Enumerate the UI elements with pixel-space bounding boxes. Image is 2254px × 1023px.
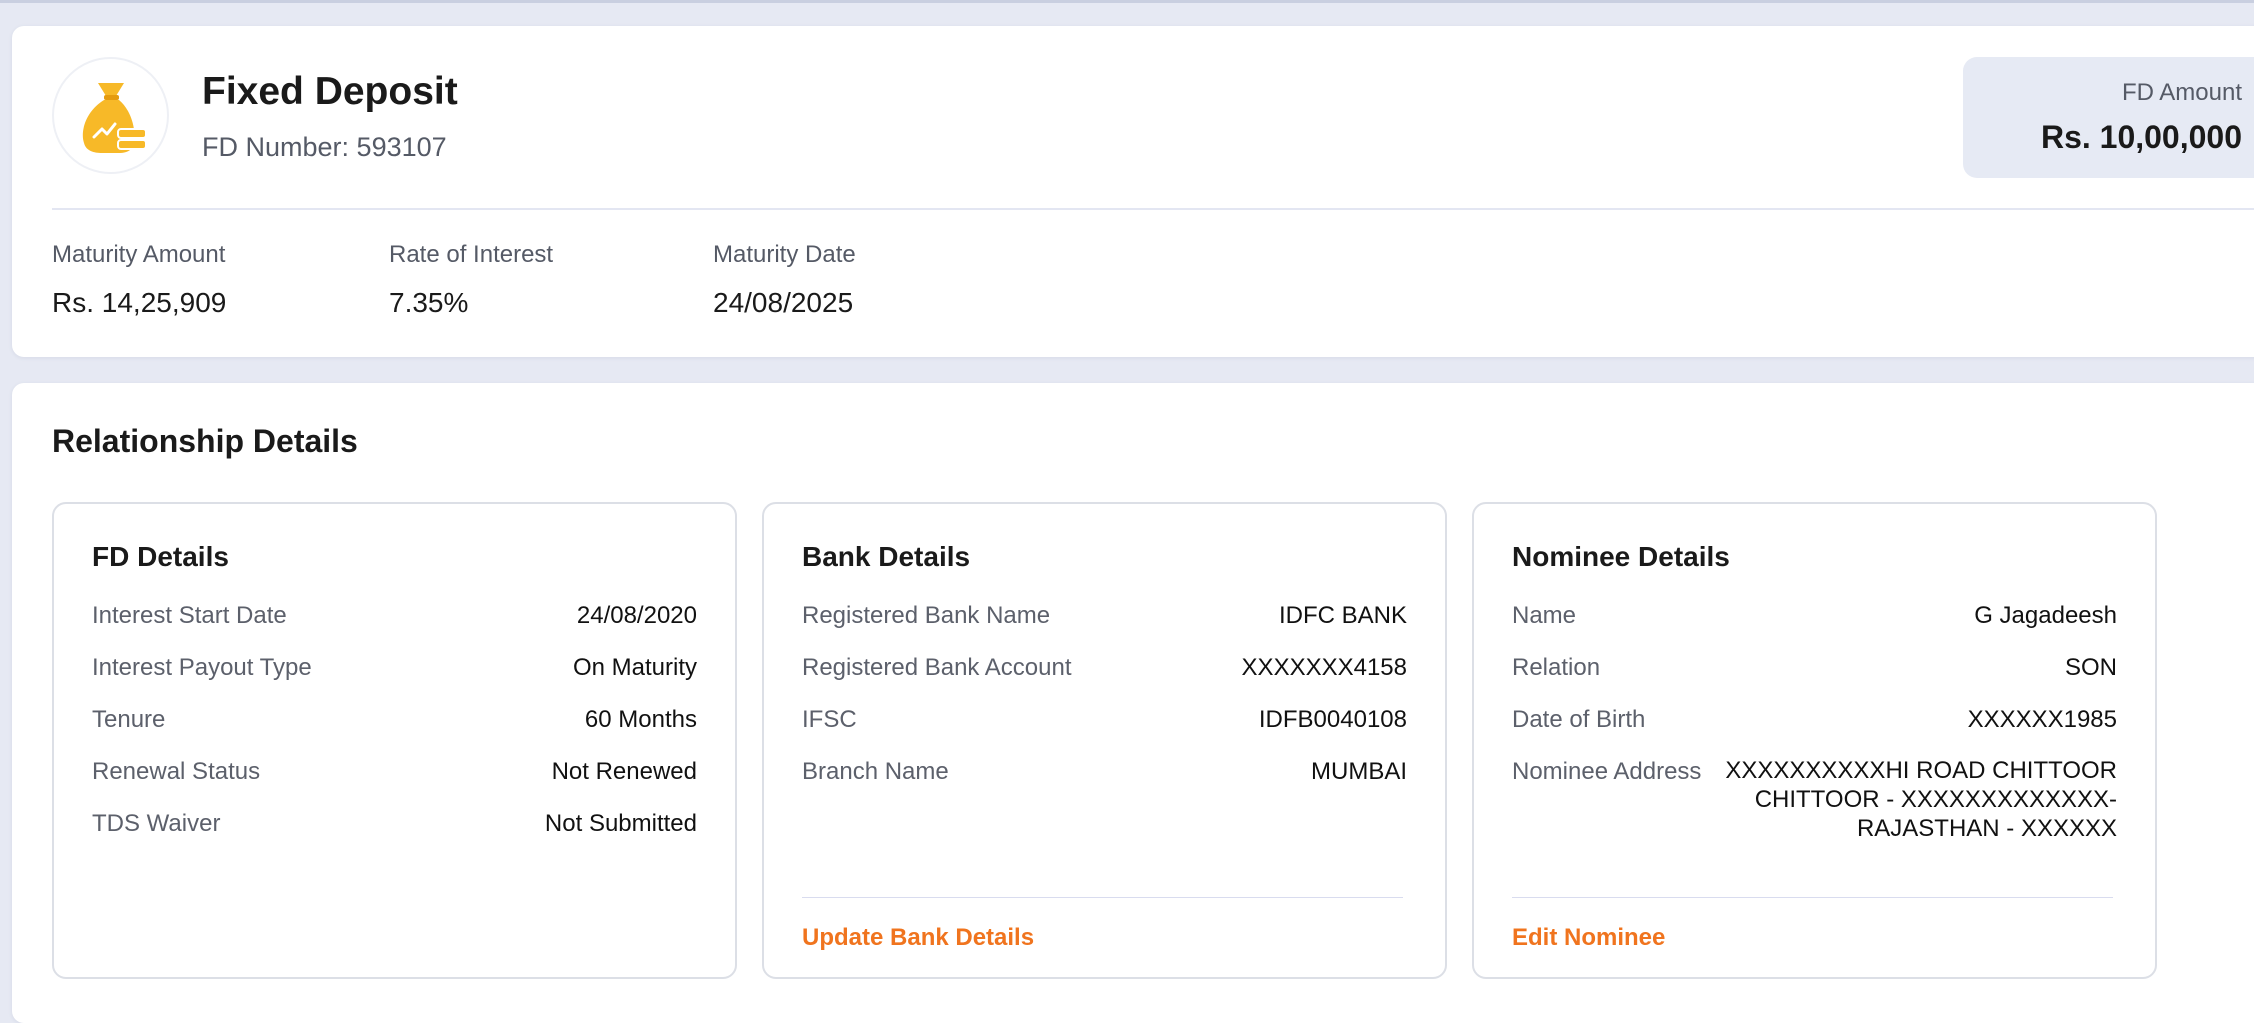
relationship-details-card: Relationship Details FD Details Interest… — [12, 383, 2254, 1023]
fd-summary-card: Fixed Deposit FD Number: 593107 FD Amoun… — [12, 26, 2254, 357]
address-line: CHITTOOR - XXXXXXXXXXXXX- — [1754, 786, 2117, 813]
detail-value: 60 Months — [584, 706, 697, 733]
detail-label: Interest Payout Type — [92, 654, 312, 681]
detail-row: Interest Payout Type On Maturity — [92, 654, 697, 706]
panel-title: FD Details — [92, 541, 229, 572]
detail-row: Registered Bank Account XXXXXXX4158 — [802, 654, 1407, 706]
maturity-amount-stat: Maturity Amount Rs. 14,25,909 — [52, 241, 226, 319]
fd-amount-box: FD Amount Rs. 10,00,000 — [1963, 57, 2254, 178]
fd-number-label: FD Number: — [202, 132, 350, 162]
maturity-date-stat: Maturity Date 24/08/2025 — [713, 241, 856, 319]
fd-amount-label: FD Amount — [2121, 79, 2242, 106]
address-line: RAJASTHAN - XXXXXX — [1856, 815, 2117, 842]
detail-label: Relation — [1512, 654, 1601, 681]
nominee-details-panel: Nominee Details Name G Jagadeesh Relatio… — [1472, 502, 2157, 979]
panel-divider — [802, 897, 1403, 898]
detail-row: Date of Birth XXXXXX1985 — [1512, 706, 2117, 758]
detail-row: Tenure 60 Months — [92, 706, 697, 758]
detail-value: MUMBAI — [1311, 758, 1407, 785]
panel-title: Bank Details — [802, 541, 971, 572]
detail-value: IDFB0040108 — [1258, 706, 1407, 733]
stat-value: Rs. 14,25,909 — [52, 287, 227, 318]
detail-row: Branch Name MUMBAI — [802, 758, 1407, 810]
detail-value: Not Submitted — [544, 810, 697, 837]
detail-label: Name — [1512, 602, 1577, 629]
stat-label: Maturity Amount — [52, 241, 226, 268]
rate-of-interest-stat: Rate of Interest 7.35% — [389, 241, 553, 319]
detail-row: Relation SON — [1512, 654, 2117, 706]
bank-details-list: Registered Bank Name IDFC BANK Registere… — [802, 602, 1407, 810]
detail-value: On Maturity — [572, 654, 697, 681]
detail-label: IFSC — [802, 706, 857, 733]
nominee-details-list: Name G Jagadeesh Relation SON Date of Bi… — [1512, 602, 2117, 846]
address-line: XXXXXXXXXXHI ROAD CHITTOOR — [1725, 757, 2117, 784]
detail-label: Branch Name — [802, 758, 949, 785]
detail-label: Registered Bank Account — [802, 654, 1072, 681]
stat-label: Maturity Date — [713, 241, 856, 268]
money-bag-coins-icon — [52, 57, 169, 174]
stat-value: 7.35% — [389, 287, 469, 318]
detail-label: Date of Birth — [1512, 706, 1646, 733]
detail-label: TDS Waiver — [92, 810, 221, 837]
stat-label: Rate of Interest — [389, 241, 554, 268]
panel-divider — [1512, 897, 2113, 898]
stat-value: 24/08/2025 — [713, 287, 854, 318]
detail-value: 24/08/2020 — [576, 602, 697, 629]
detail-label: Interest Start Date — [92, 602, 287, 629]
fd-number: FD Number: 593107 — [202, 132, 447, 163]
detail-value: Not Renewed — [551, 758, 697, 785]
top-border — [0, 0, 2254, 3]
nominee-address-value: XXXXXXXXXXHI ROAD CHITTOOR CHITTOOR - XX… — [1725, 756, 2117, 843]
detail-row: Name G Jagadeesh — [1512, 602, 2117, 654]
fd-number-value: 593107 — [356, 132, 447, 162]
detail-row: Interest Start Date 24/08/2020 — [92, 602, 697, 654]
detail-value: SON — [2064, 654, 2117, 681]
fd-details-list: Interest Start Date 24/08/2020 Interest … — [92, 602, 697, 862]
detail-label: Renewal Status — [92, 758, 261, 785]
bank-details-panel: Bank Details Registered Bank Name IDFC B… — [762, 502, 1447, 979]
detail-row: TDS Waiver Not Submitted — [92, 810, 697, 862]
detail-label: Registered Bank Name — [802, 602, 1051, 629]
detail-label: Tenure — [92, 706, 166, 733]
detail-row: Registered Bank Name IDFC BANK — [802, 602, 1407, 654]
update-bank-details-link[interactable]: Update Bank Details — [802, 924, 1034, 952]
detail-row: Nominee Address XXXXXXXXXXHI ROAD CHITTO… — [1512, 756, 2117, 846]
fd-details-panel: FD Details Interest Start Date 24/08/202… — [52, 502, 737, 979]
section-title: Relationship Details — [52, 423, 358, 459]
fd-amount-value: Rs. 10,00,000 — [2040, 119, 2242, 155]
detail-value: XXXXXXX4158 — [1241, 654, 1407, 681]
edit-nominee-link[interactable]: Edit Nominee — [1512, 924, 1665, 952]
detail-label: Nominee Address — [1512, 758, 1702, 785]
detail-row: Renewal Status Not Renewed — [92, 758, 697, 810]
summary-divider — [52, 208, 2254, 210]
page-title: Fixed Deposit — [202, 70, 458, 113]
detail-value: G Jagadeesh — [1974, 602, 2117, 629]
detail-value: IDFC BANK — [1278, 602, 1407, 629]
detail-value: XXXXXX1985 — [1967, 706, 2117, 733]
panel-title: Nominee Details — [1512, 541, 1730, 572]
detail-row: IFSC IDFB0040108 — [802, 706, 1407, 758]
